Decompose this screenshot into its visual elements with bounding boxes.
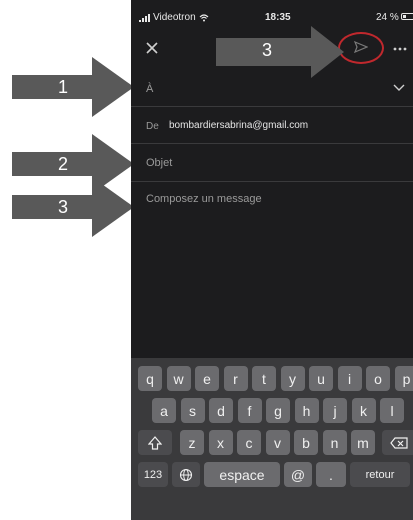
key-f[interactable]: f [237, 398, 262, 423]
key-z[interactable]: z [180, 430, 204, 455]
key-d[interactable]: d [209, 398, 233, 423]
key-a[interactable]: a [152, 398, 176, 423]
key-n[interactable]: n [322, 430, 347, 455]
from-address: bombardiersabrina@gmail.com [169, 120, 309, 131]
more-options-icon [393, 47, 407, 51]
to-label: À [146, 83, 154, 95]
key-u[interactable]: u [309, 366, 333, 391]
numbers-key[interactable]: 123 [138, 462, 168, 487]
delete-key[interactable] [382, 430, 413, 455]
at-key[interactable]: @ [284, 462, 312, 487]
more-options-button[interactable] [393, 34, 407, 61]
from-field[interactable]: De bombardiersabrina@gmail.com [131, 107, 413, 144]
key-t[interactable]: t [252, 366, 276, 391]
key-w[interactable]: w [166, 366, 191, 391]
key-v[interactable]: v [265, 430, 290, 455]
key-h[interactable]: h [294, 398, 319, 423]
key-g[interactable]: g [266, 398, 290, 423]
battery-icon [401, 13, 413, 20]
keyboard: q w e r t y u i o p a s d f g h j k l z x c v b n m 123 espace @. ret… [131, 358, 413, 520]
key-x[interactable]: x [208, 430, 233, 455]
key-o[interactable]: o [366, 366, 390, 391]
annotation-number: 2 [58, 154, 69, 174]
key-b[interactable]: b [294, 430, 318, 455]
key-i[interactable]: i [337, 366, 362, 391]
key-s[interactable]: s [180, 398, 205, 423]
key-p[interactable]: p [394, 366, 413, 391]
globe-icon [179, 468, 193, 481]
subject-input[interactable]: Objet [131, 144, 413, 182]
shift-icon [148, 435, 162, 450]
close-icon [146, 42, 158, 54]
shift-key[interactable] [138, 430, 172, 455]
annotation-number: 3 [262, 40, 273, 60]
key-q[interactable]: q [138, 366, 162, 391]
space-key[interactable]: espace [204, 462, 280, 487]
body-placeholder: Composez un message [146, 193, 262, 205]
annotation-number: 3 [58, 197, 69, 217]
period-key[interactable]: . [316, 462, 346, 487]
annotation-arrow-1: 1 [12, 57, 137, 117]
close-button[interactable] [145, 36, 159, 61]
key-c[interactable]: c [237, 430, 261, 455]
annotation-arrow-3-body: 3 [12, 177, 137, 237]
key-e[interactable]: e [195, 366, 219, 391]
message-body-input[interactable]: Composez un message [131, 188, 413, 358]
key-r[interactable]: r [223, 366, 248, 391]
expand-recipients-button[interactable] [393, 79, 405, 97]
subject-placeholder: Objet [146, 157, 173, 169]
backspace-icon [390, 436, 408, 449]
carrier-name: Videotron [153, 12, 196, 23]
key-m[interactable]: m [351, 430, 375, 455]
carrier: Videotron [139, 12, 209, 23]
signal-icon [139, 13, 150, 22]
arrow-shape-icon [216, 26, 344, 78]
wifi-icon [199, 13, 209, 21]
key-l[interactable]: l [380, 398, 404, 423]
key-k[interactable]: k [351, 398, 376, 423]
globe-key[interactable] [172, 462, 200, 487]
chevron-down-icon [393, 84, 405, 91]
battery-percent: 24 % [376, 12, 399, 23]
arrow-shape-icon [12, 57, 134, 117]
from-label: De [146, 121, 159, 132]
key-y[interactable]: y [280, 366, 305, 391]
arrow-shape-icon [12, 177, 134, 237]
send-icon [354, 41, 368, 53]
return-key[interactable]: retour [350, 462, 410, 487]
annotation-number: 1 [58, 77, 69, 97]
status-time: 18:35 [265, 12, 291, 23]
annotation-arrow-3-send: 3 [216, 26, 346, 78]
key-j[interactable]: j [323, 398, 347, 423]
